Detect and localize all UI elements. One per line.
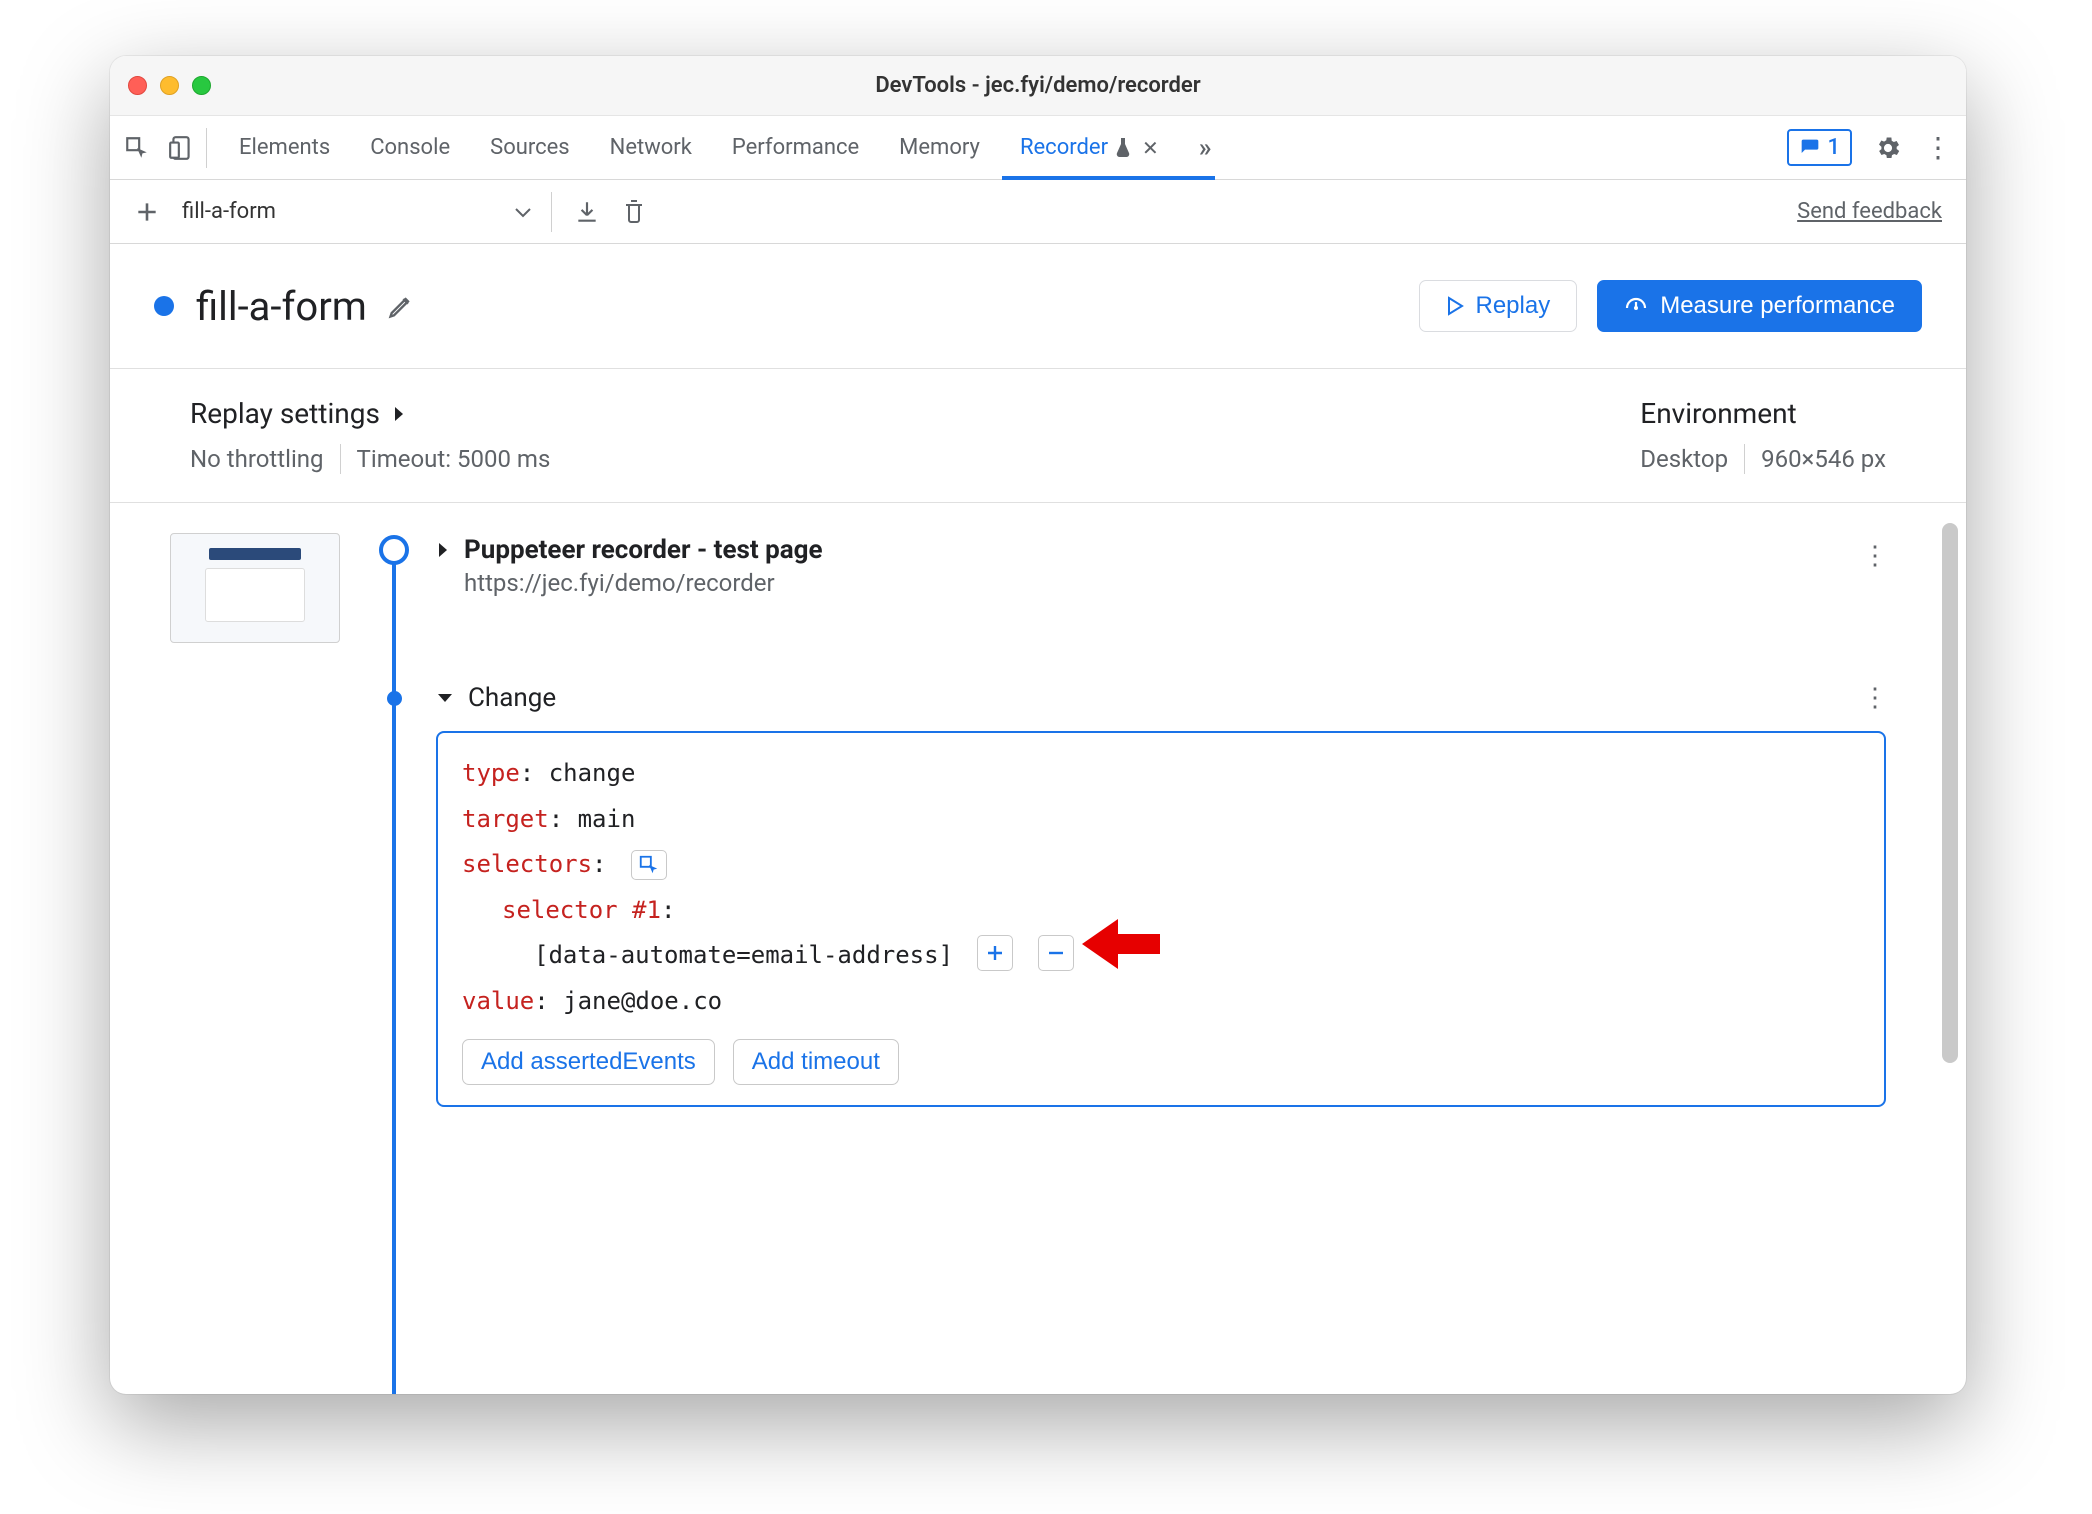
measure-label: Measure performance [1660, 292, 1895, 320]
pick-selector-button[interactable] [631, 850, 667, 880]
delete-icon[interactable] [622, 198, 646, 226]
measure-performance-button[interactable]: Measure performance [1597, 280, 1922, 332]
field-key: type [462, 759, 520, 787]
step2-header[interactable]: Change [436, 683, 1886, 713]
titlebar: DevTools - jec.fyi/demo/recorder [110, 56, 1966, 116]
tab-network[interactable]: Network [610, 117, 692, 179]
tab-memory[interactable]: Memory [899, 117, 980, 179]
tab-recorder[interactable]: Recorder ✕ [1020, 117, 1159, 179]
field-key: selectors [462, 850, 592, 878]
tab-performance[interactable]: Performance [732, 117, 859, 179]
field-value[interactable]: change [549, 759, 636, 787]
step-menu-icon[interactable]: ⋮ [1862, 683, 1886, 713]
more-tabs-icon[interactable]: » [1199, 133, 1212, 163]
replay-settings-heading[interactable]: Replay settings [190, 397, 550, 430]
timeline-node-small-icon [387, 691, 402, 706]
recording-select-value: fill-a-form [182, 199, 276, 224]
issues-count: 1 [1827, 135, 1840, 160]
tab-sources[interactable]: Sources [490, 117, 570, 179]
recording-select[interactable]: fill-a-form [182, 192, 552, 232]
flask-icon [1114, 138, 1132, 158]
timeline: Puppeteer recorder - test page https://j… [376, 533, 1926, 1394]
step1-title: Puppeteer recorder - test page [464, 535, 823, 565]
timeline-node-icon [379, 535, 409, 565]
recording-title: fill-a-form [196, 283, 367, 330]
divider-icon [1744, 444, 1745, 474]
step1-url: https://jec.fyi/demo/recorder [464, 569, 1886, 597]
maximize-window-icon[interactable] [192, 76, 211, 95]
annotation-arrow-icon [1082, 915, 1160, 973]
step-navigate[interactable]: Puppeteer recorder - test page https://j… [436, 535, 1886, 597]
steps-content: Puppeteer recorder - test page https://j… [110, 503, 1966, 1394]
timeout-value: Timeout: 5000 ms [357, 445, 551, 473]
device-toggle-icon[interactable] [168, 135, 194, 161]
recorder-toolbar: fill-a-form Send feedback [110, 180, 1966, 244]
divider-icon [340, 444, 341, 474]
devtools-window: DevTools - jec.fyi/demo/recorder Element… [110, 56, 1966, 1394]
page-thumbnail[interactable] [170, 533, 340, 643]
selector-value[interactable]: [data-automate=email-address] [534, 941, 953, 969]
recording-status-dot-icon [154, 296, 174, 316]
field-value[interactable]: jane@doe.co [563, 987, 722, 1015]
replay-button[interactable]: Replay [1419, 280, 1578, 332]
issues-badge[interactable]: 1 [1787, 129, 1852, 166]
add-timeout-button[interactable]: Add timeout [733, 1039, 899, 1085]
environment-heading: Environment [1640, 397, 1886, 430]
env-dimensions: 960×546 px [1761, 445, 1886, 473]
chevron-right-icon [436, 541, 450, 559]
kebab-menu-icon[interactable]: ⋮ [1924, 131, 1952, 164]
settings-gear-icon[interactable] [1874, 134, 1902, 162]
scrollbar[interactable] [1942, 523, 1958, 1063]
window-title: DevTools - jec.fyi/demo/recorder [110, 73, 1966, 98]
inspect-element-icon[interactable] [124, 135, 150, 161]
send-feedback-link[interactable]: Send feedback [1797, 199, 1942, 224]
chevron-down-icon [513, 205, 533, 219]
step-menu-icon[interactable]: ⋮ [1862, 541, 1886, 571]
recording-header: fill-a-form Replay Measure performance [110, 244, 1966, 369]
field-key: selector #1 [502, 896, 661, 924]
new-recording-icon[interactable] [134, 199, 160, 225]
rename-pencil-icon[interactable] [387, 292, 415, 320]
close-tab-icon[interactable]: ✕ [1142, 136, 1159, 160]
field-value[interactable]: main [578, 805, 636, 833]
minimize-window-icon[interactable] [160, 76, 179, 95]
step-change: Change ⋮ type: change target: main selec… [436, 683, 1886, 1107]
remove-selector-button[interactable] [1038, 935, 1074, 971]
field-key: value [462, 987, 534, 1015]
add-selector-button[interactable] [977, 935, 1013, 971]
tab-elements[interactable]: Elements [239, 117, 330, 179]
step2-title: Change [468, 683, 556, 713]
devtools-tabbar: Elements Console Sources Network Perform… [110, 116, 1966, 180]
tab-console[interactable]: Console [370, 117, 450, 179]
timeline-line-icon [392, 549, 396, 1394]
export-icon[interactable] [574, 199, 600, 225]
add-asserted-events-button[interactable]: Add assertedEvents [462, 1039, 715, 1085]
replay-label: Replay [1476, 292, 1551, 320]
close-window-icon[interactable] [128, 76, 147, 95]
step-details-box: type: change target: main selectors: sel… [436, 731, 1886, 1107]
field-key: target [462, 805, 549, 833]
env-device: Desktop [1640, 445, 1728, 473]
chevron-down-icon [436, 691, 454, 705]
throttling-value: No throttling [190, 445, 324, 473]
traffic-lights [128, 76, 211, 95]
chevron-right-icon [392, 405, 406, 423]
settings-band: Replay settings No throttling Timeout: 5… [110, 369, 1966, 503]
